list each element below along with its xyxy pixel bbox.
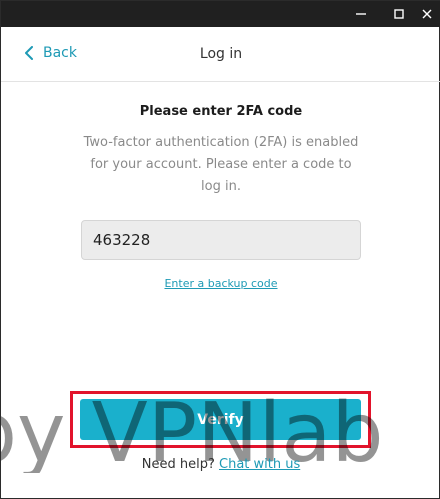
close-icon[interactable] <box>411 1 440 27</box>
page-header: Back Log in <box>1 27 440 82</box>
backup-code-link[interactable]: Enter a backup code <box>1 277 440 290</box>
help-text: Need help? <box>141 457 215 472</box>
twofa-description: Two-factor authentication (2FA) is enabl… <box>83 135 359 194</box>
help-row: Need help? Chat with us <box>1 457 440 472</box>
minimize-icon[interactable] <box>345 1 377 27</box>
chat-link[interactable]: Chat with us <box>219 457 300 472</box>
twofa-code-input[interactable] <box>81 220 361 260</box>
twofa-heading: Please enter 2FA code <box>139 104 303 119</box>
title-bar <box>1 1 440 27</box>
page-title: Log in <box>199 46 243 62</box>
app-window: Back Log in Please enter 2FA code Two-fa… <box>0 0 440 499</box>
